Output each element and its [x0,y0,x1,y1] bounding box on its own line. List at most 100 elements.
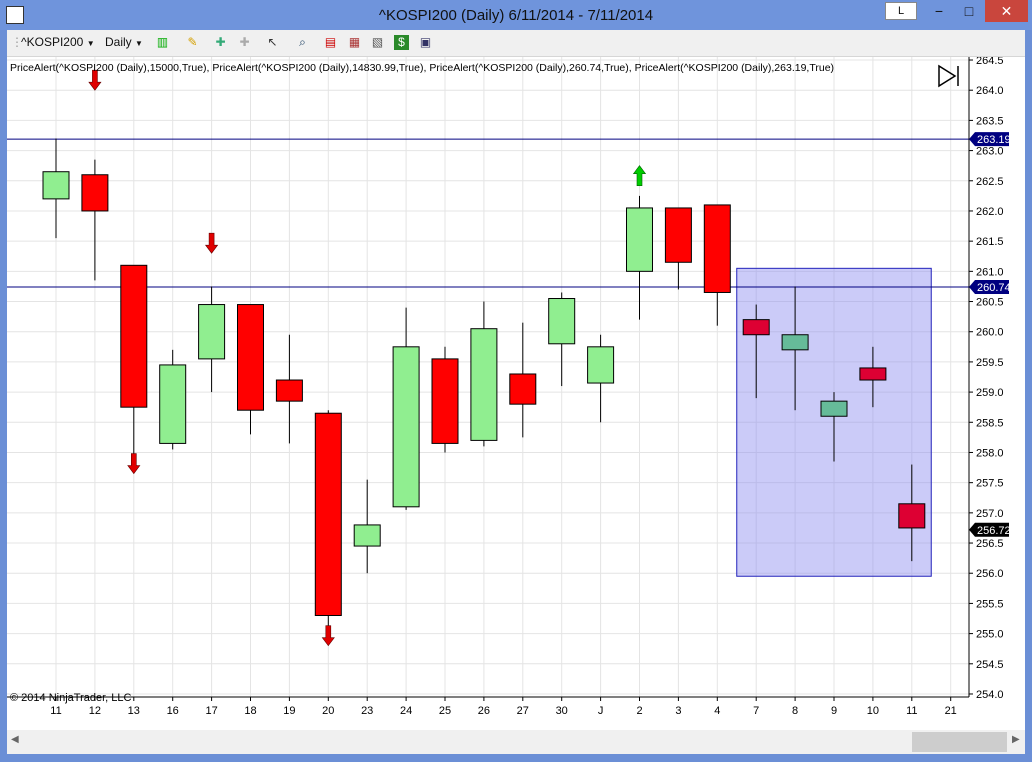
scroll-left-icon[interactable]: ◀ [11,734,19,745]
x-tick-label: 9 [831,705,837,717]
copyright-label: © 2014 NinjaTrader, LLC [10,692,131,704]
y-tick-label: 260.0 [976,327,1004,339]
candle-up [198,304,226,360]
dollar-icon[interactable]: $ [394,35,409,50]
candle-up [159,364,187,444]
candle-down [664,207,692,263]
x-tick-label: 30 [556,705,568,717]
candle-up [353,524,381,547]
x-tick-label: 11 [906,705,917,717]
y-tick-label: 261.5 [976,236,1004,248]
zoom-icon[interactable]: ⌕ [295,35,310,50]
candle-up [626,207,653,272]
x-tick-label: 18 [244,705,256,717]
candle-up [392,346,420,508]
app-window: ^KOSPI200 (Daily) 6/11/2014 - 7/11/2014 … [0,0,1032,762]
y-tick-label: 255.5 [976,598,1004,610]
y-tick-label: 255.0 [976,629,1004,641]
instrument-selector[interactable]: ^KOSPI200 ▼ [21,35,95,49]
x-tick-label: 2 [636,705,642,717]
x-tick-label: 25 [439,705,451,717]
alert-price-tag: 260.74 [977,282,1011,294]
candle-down [509,373,537,405]
chart-toolbar: ⋮ ^KOSPI200 ▼ Daily ▼ ▥ ✎ ✚ ✚ ↖ ⌕ ▤ ▦ ▧ … [7,30,1025,57]
x-tick-label: 4 [714,705,720,717]
x-tick-label: 24 [400,705,412,717]
y-tick-label: 262.0 [976,206,1004,218]
y-tick-label: 264.5 [976,57,1004,67]
x-tick-label: 27 [517,705,529,717]
x-tick-label: 20 [322,705,334,717]
x-tick-label: 17 [205,705,217,717]
x-tick-label: 26 [478,705,490,717]
candle-down [81,174,109,212]
candle-down [431,358,459,444]
x-axis: 11 12 13 16 17 18 19 20 23 24 25 26 27 30 J 2 3 4 7 8 9 10 11 2… [50,697,957,717]
y-axis: 254.0 254.5 255.0 255.5 256.0 256.5 257.0 257.5… [969,55,1004,701]
scroll-right-icon[interactable]: ▶ [1012,734,1020,745]
indicator-label: PriceAlert(^KOSPI200 (Daily),15000,True)… [10,62,834,74]
x-tick-label: 23 [361,705,373,717]
window-title: ^KOSPI200 (Daily) 6/11/2014 - 7/11/2014 [378,7,654,24]
layout-button[interactable]: L [885,2,917,20]
candle-down [859,367,887,381]
y-tick-label: 254.5 [976,659,1004,671]
x-tick-label: 12 [89,705,101,717]
candle-down [120,264,148,408]
candle-down [314,412,342,616]
candle-up [781,334,809,351]
alert-price-tag: 263.19 [977,134,1011,146]
chart-properties-icon[interactable]: ▧ [370,35,385,50]
candle-up [820,400,848,417]
chart-panel[interactable]: 254.0 254.5 255.0 255.5 256.0 256.5 257.0 257.5… [7,55,1025,730]
y-tick-label: 258.5 [976,417,1004,429]
y-tick-label: 263.0 [976,146,1004,158]
x-tick-label: 8 [792,705,798,717]
maximize-button[interactable]: □ [955,0,983,22]
properties-icon[interactable]: ▣ [418,35,433,50]
y-tick-label: 258.0 [976,447,1004,459]
scrollbar-thumb[interactable] [912,732,1007,752]
horizontal-scrollbar[interactable]: ◀ ▶ [7,730,1025,754]
x-tick-label: 13 [128,705,140,717]
bar-chart-icon[interactable]: ▥ [155,35,170,50]
add-indicator-icon[interactable]: ✚ [213,35,228,50]
pencil-icon[interactable]: ✎ [185,35,200,50]
instrument-label: ^KOSPI200 [21,35,84,49]
candle-down [703,204,731,293]
candle-down [898,503,926,529]
x-tick-label: 21 [945,705,957,717]
candle-down [275,379,303,402]
close-button[interactable]: ✕ [985,0,1028,22]
y-tick-label: 260.5 [976,297,1004,309]
pointer-icon[interactable]: ↖ [265,35,280,50]
price-chart[interactable]: 254.0 254.5 255.0 255.5 256.0 256.5 257.0 257.5… [7,55,1025,730]
y-tick-label: 261.0 [976,266,1004,278]
x-tick-label: 16 [167,705,179,717]
x-tick-label: 3 [675,705,681,717]
y-tick-label: 257.0 [976,508,1004,520]
y-tick-label: 262.5 [976,176,1004,188]
x-tick-label: J [598,705,604,717]
candle-up [587,346,615,384]
title-bar: ^KOSPI200 (Daily) 6/11/2014 - 7/11/2014 … [0,0,1032,30]
y-tick-label: 264.0 [976,85,1004,97]
x-tick-label: 7 [753,705,759,717]
candle-up [470,328,498,441]
y-tick-label: 259.0 [976,387,1004,399]
period-selector[interactable]: Daily ▼ [105,35,143,49]
y-tick-label: 257.5 [976,478,1004,490]
minimize-button[interactable]: − [925,0,953,22]
strategies-icon[interactable]: ▤ [323,35,338,50]
candle-down [237,304,264,411]
analyzer-icon[interactable]: ▦ [347,35,362,50]
remove-indicator-icon[interactable]: ✚ [237,35,252,50]
period-label: Daily [105,35,132,49]
last-price-tag: 256.72 [977,525,1011,537]
x-tick-label: 19 [283,705,295,717]
y-tick-label: 256.0 [976,568,1004,580]
x-tick-label: 10 [867,705,879,717]
y-tick-label: 259.5 [976,357,1004,369]
x-tick-label: 11 [50,705,61,717]
candle-down [742,319,770,336]
